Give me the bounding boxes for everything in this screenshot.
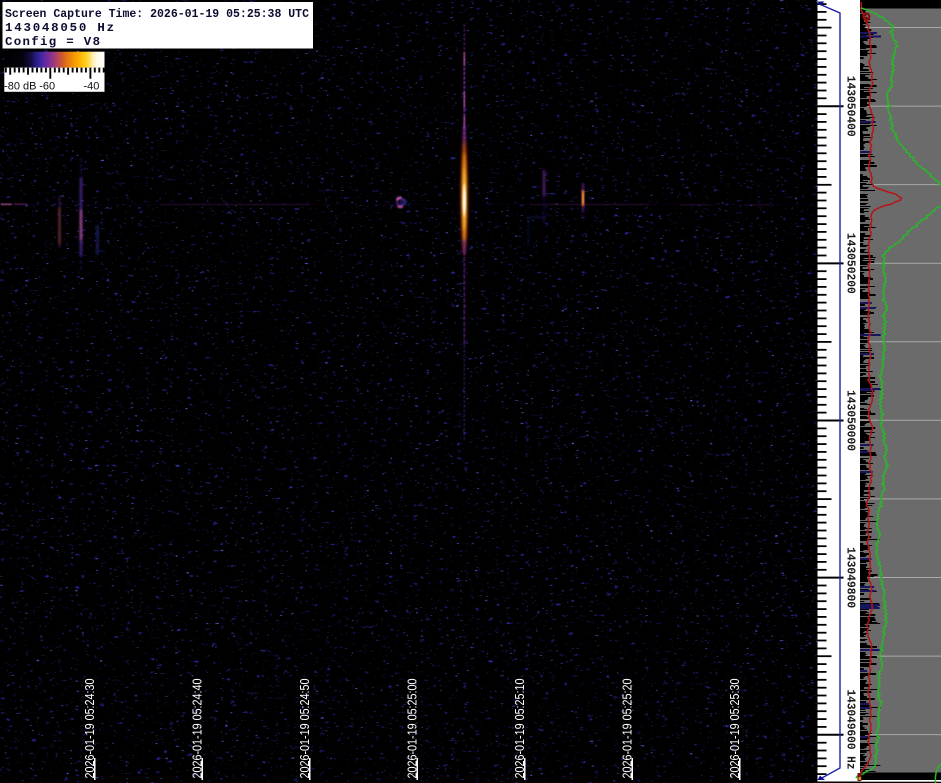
svg-text:143050400: 143050400 bbox=[844, 76, 858, 137]
svg-text:143050000: 143050000 bbox=[844, 390, 858, 451]
svg-text:-60: -60 bbox=[39, 80, 55, 92]
svg-text:Config = V8: Config = V8 bbox=[5, 35, 100, 49]
svg-text:Screen Capture Time: 2026-01-1: Screen Capture Time: 2026-01-19 05:25:38… bbox=[5, 7, 310, 21]
svg-text:143050200: 143050200 bbox=[844, 233, 858, 294]
svg-text:143048050 Hz: 143048050 Hz bbox=[5, 21, 114, 35]
svg-text:143049600 Hz: 143049600 Hz bbox=[844, 690, 858, 770]
svg-text:143049800: 143049800 bbox=[844, 547, 858, 608]
svg-text:-80 dB: -80 dB bbox=[4, 80, 36, 92]
svg-text:-40: -40 bbox=[84, 80, 100, 92]
